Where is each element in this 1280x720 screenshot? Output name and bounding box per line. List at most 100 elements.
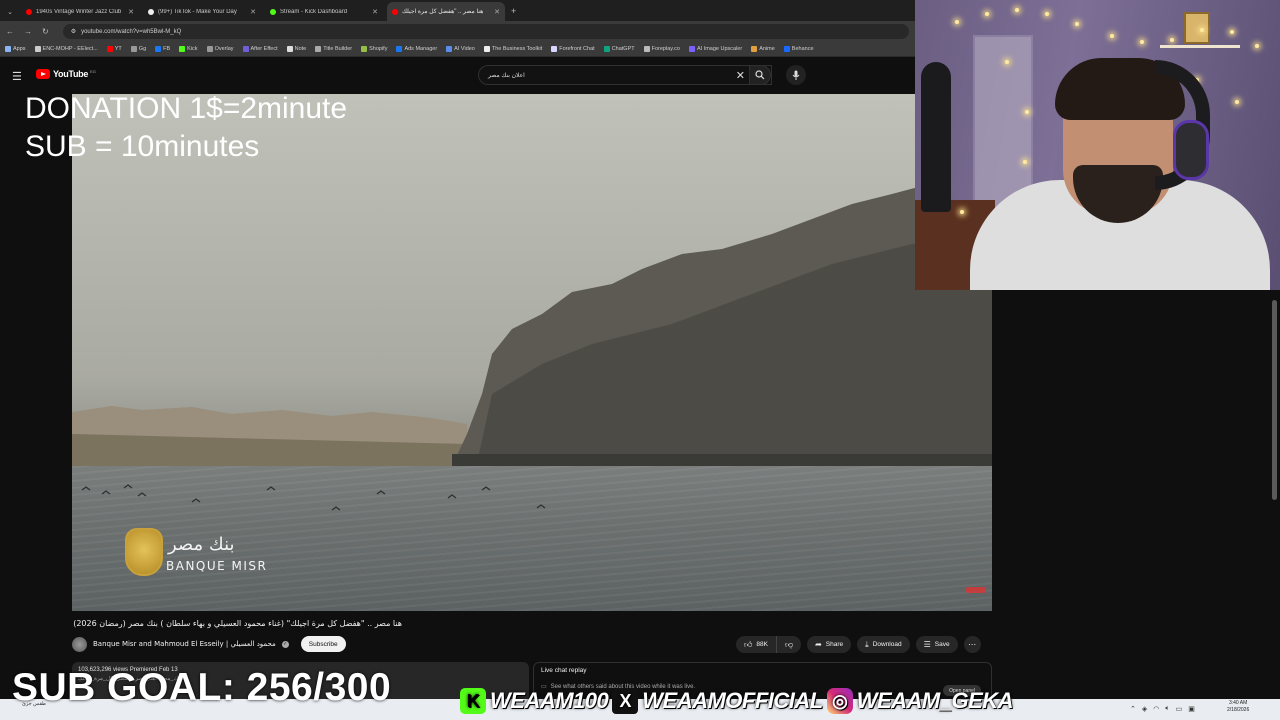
tab-kick[interactable]: Stream - Kick Dashboard ✕ <box>265 2 383 21</box>
bookmark-item[interactable]: Note <box>286 46 306 52</box>
dislike-button[interactable]: 👎︎ <box>776 636 802 653</box>
bookmark-item[interactable]: AI Video <box>446 46 475 52</box>
network-icon[interactable]: ◈ <box>1142 705 1147 713</box>
tab-title: 1940s Vintage Winter Jazz Club <box>36 8 122 15</box>
tiktok-favicon-icon <box>148 8 154 15</box>
cam-figure-statue <box>921 62 951 212</box>
bookmark-item[interactable]: Overlay <box>206 46 234 52</box>
wifi-icon[interactable]: ◠ <box>1153 705 1159 713</box>
bookmark-item[interactable]: Kick <box>179 46 198 52</box>
tab-jazz[interactable]: 1940s Vintage Winter Jazz Club ✕ <box>21 2 139 21</box>
bookmark-item[interactable]: Anime <box>751 46 775 52</box>
chat-replay-title: Live chat replay <box>541 667 587 674</box>
back-arrow-icon[interactable]: ← <box>6 27 14 36</box>
headset-earcup <box>1173 120 1209 180</box>
behance-icon <box>783 46 790 52</box>
youtube-play-icon <box>36 69 50 79</box>
watermark-english: BANQUE MISR <box>166 559 268 573</box>
url-text: youtube.com/watch?v=wh5Bwl-M_kQ <box>81 28 182 35</box>
logo-text: YouTube <box>53 69 89 79</box>
forward-arrow-icon[interactable]: → <box>24 27 32 36</box>
kick-icon: K <box>460 688 486 714</box>
upscaler-icon <box>688 46 695 52</box>
bookmark-item[interactable]: YT <box>106 46 122 52</box>
url-bar[interactable]: ⚙ youtube.com/watch?v=wh5Bwl-M_kQ <box>62 24 909 39</box>
menu-icon[interactable]: ☰ <box>12 70 22 83</box>
kick-icon <box>179 46 186 52</box>
like-dislike-group: 👍︎ 88K 👎︎ <box>736 636 802 653</box>
bookmark-favicon-icon <box>34 46 41 52</box>
bookmark-item[interactable]: The Business Toolkit <box>483 46 542 52</box>
x-handle: X WEAAMOFFICIAL <box>612 688 823 714</box>
x-icon: X <box>612 688 639 714</box>
bookmark-item[interactable]: AI Image Upscaler <box>688 46 742 52</box>
tab-youtube-active[interactable]: هنا مصر .. "هفضل كل مرة اجيلك ✕ <box>387 2 505 21</box>
reload-icon[interactable]: ↻ <box>42 27 49 36</box>
chatgpt-icon <box>603 46 610 52</box>
save-button[interactable]: ☰ Save <box>915 636 958 653</box>
microphone-icon <box>792 70 800 80</box>
close-tab-icon[interactable]: ✕ <box>250 8 256 16</box>
globe-icon <box>206 46 213 52</box>
anime-icon <box>751 46 758 52</box>
title-builder-icon <box>315 46 322 52</box>
page-scrollbar[interactable] <box>1272 300 1277 500</box>
address-toolbar: ← → ↻ ⚙ youtube.com/watch?v=wh5Bwl-M_kQ <box>0 21 915 42</box>
site-info-icon[interactable]: ⚙ <box>71 28 76 35</box>
bookmark-item[interactable]: Forefront Chat <box>551 46 595 52</box>
tab-search-icon[interactable]: ⌄ <box>3 2 17 21</box>
video-title: هنا مصر .. "هفضل كل مرة اجيلك" (غناء محم… <box>73 619 402 628</box>
bookmark-item[interactable]: Title Builder <box>315 46 352 52</box>
sub-goal-overlay: SUB GOAL: 256/300 <box>12 666 392 709</box>
system-tray: ⌃ ◈ ◠ 🔈︎ ▭ ▣ <box>1130 701 1195 717</box>
facebook-icon <box>155 46 162 52</box>
close-tab-icon[interactable]: ✕ <box>494 8 500 16</box>
foreplay-icon <box>643 46 650 52</box>
youtube-header: ☰ YouTube EG اعلان بنك مصر ✕ <box>0 57 915 94</box>
bookmark-item[interactable]: After Effect <box>242 46 278 52</box>
new-tab-button[interactable]: + <box>511 2 516 21</box>
taskbar-clock[interactable]: 3:40 AM 2/18/2026 <box>1227 700 1249 714</box>
bookmark-item[interactable]: Foreplay.co <box>643 46 680 52</box>
bookmarks-bar: Apps ENC-MOHP - EElect... YT Gg FB Kick … <box>0 42 915 57</box>
clock-time: 3:40 AM <box>1228 700 1248 706</box>
bookmark-item[interactable]: Gg <box>130 46 146 52</box>
download-button[interactable]: ⤓ Download <box>857 636 910 653</box>
youtube-logo[interactable]: YouTube EG <box>36 69 96 79</box>
channel-avatar[interactable] <box>72 636 87 652</box>
tab-title: (99+) TikTok - Make Your Day <box>158 8 237 15</box>
volume-icon[interactable]: 🔈︎ <box>1165 705 1169 713</box>
bookmark-item[interactable]: Apps <box>5 46 26 52</box>
banque-misr-seal-logo <box>125 528 163 576</box>
like-count: 88K <box>756 641 768 648</box>
bookmark-item[interactable]: FB <box>155 46 170 52</box>
display-icon[interactable]: ▣ <box>1188 705 1195 713</box>
kick-handle-text: WEAAM100 <box>490 688 609 713</box>
bookmark-item[interactable]: ChatGPT <box>603 46 635 52</box>
search-button[interactable] <box>749 65 771 85</box>
clear-search-icon[interactable]: ✕ <box>736 69 745 82</box>
more-actions-icon[interactable]: ⋯ <box>963 636 981 653</box>
bookmark-item[interactable]: Shopify <box>361 46 387 52</box>
channel-name[interactable]: Banque Misr and Mahmoud El Esseily | محم… <box>93 640 276 648</box>
apps-grid-icon <box>5 46 11 52</box>
subscribe-button[interactable]: Subscribe <box>300 636 346 652</box>
close-tab-icon[interactable]: ✕ <box>128 8 134 16</box>
player-badge-icon <box>966 587 986 593</box>
voice-search-button[interactable] <box>786 65 806 85</box>
battery-icon[interactable]: ▭ <box>1176 705 1183 713</box>
tray-chevron-icon[interactable]: ⌃ <box>1130 705 1136 713</box>
ads-manager-icon <box>396 46 403 52</box>
tab-title: هنا مصر .. "هفضل كل مرة اجيلك <box>402 9 484 15</box>
video-player[interactable]: بنك مصر BANQUE MISR <box>72 94 992 611</box>
bookmark-item[interactable]: Behance <box>783 46 814 52</box>
like-button[interactable]: 👍︎ 88K <box>736 636 777 653</box>
bookmark-item[interactable]: Ads Manager <box>396 46 437 52</box>
tab-tiktok[interactable]: (99+) TikTok - Make Your Day ✕ <box>143 2 261 21</box>
close-tab-icon[interactable]: ✕ <box>372 8 378 16</box>
search-input[interactable]: اعلان بنك مصر ✕ <box>478 65 772 85</box>
channel-row: Banque Misr and Mahmoud El Esseily | محم… <box>72 636 346 652</box>
bookmark-item[interactable]: ENC-MOHP - EElect... <box>34 46 98 52</box>
share-button[interactable]: ➦ Share <box>807 636 852 653</box>
share-arrow-icon: ➦ <box>815 640 822 649</box>
